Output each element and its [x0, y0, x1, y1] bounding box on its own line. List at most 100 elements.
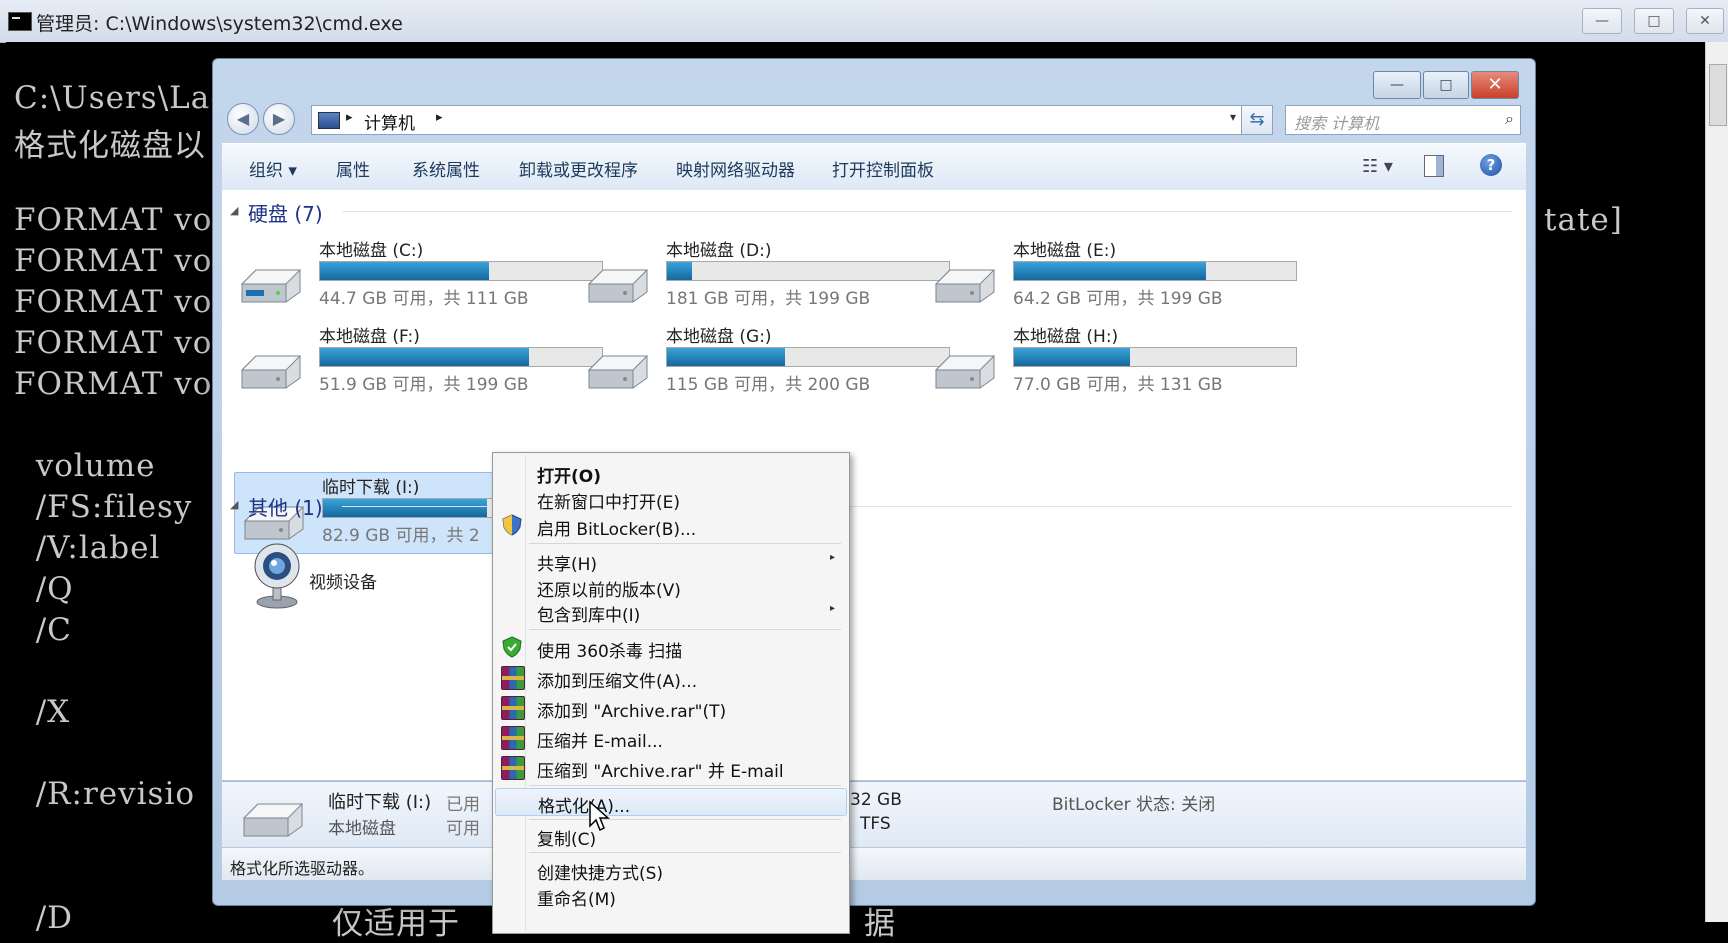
- drive-name: 本地磁盘 (F:): [319, 327, 420, 347]
- video-device-label[interactable]: 视频设备: [309, 568, 377, 593]
- menu-item-label: 启用 BitLocker(B)...: [537, 520, 697, 540]
- menu-item-label: 添加到压缩文件(A)...: [537, 672, 698, 692]
- context-menu[interactable]: 打开(O) 在新窗口中打开(E) 启用 BitLocker(B)... 共享(H…: [492, 452, 850, 934]
- breadcrumb-arrow-icon[interactable]: ▸: [436, 110, 443, 125]
- cmd-minimize-button[interactable]: —: [1582, 8, 1622, 34]
- mouse-cursor-icon: [589, 800, 610, 832]
- breadcrumb-computer[interactable]: 计算机: [364, 109, 415, 134]
- cmd-line: /Q: [14, 571, 74, 607]
- group-header-hard-disks[interactable]: 硬盘 (7): [248, 198, 323, 227]
- menu-item-open[interactable]: 打开(O): [495, 459, 845, 487]
- menu-item-include-library[interactable]: 包含到库中(I) ▸: [495, 598, 845, 626]
- menu-item-copy[interactable]: 复制(C): [495, 822, 845, 850]
- cmd-scrollbar[interactable]: [1705, 42, 1728, 922]
- cmd-close-button[interactable]: ✕: [1686, 8, 1724, 34]
- address-bar[interactable]: ▸ 计算机 ▸ ▾: [311, 105, 1243, 135]
- cmd-line: volume: [14, 448, 156, 484]
- drive-item-g[interactable]: 本地磁盘 (G:) 115 GB 可用，共 200 GB: [579, 322, 959, 400]
- drive-free-space: 44.7 GB 可用，共 111 GB: [319, 289, 529, 309]
- submenu-arrow-icon: ▸: [829, 603, 835, 614]
- explorer-minimize-button[interactable]: —: [1373, 71, 1421, 99]
- address-dropdown-icon[interactable]: ▾: [1230, 110, 1236, 124]
- cmd-maximize-button[interactable]: □: [1634, 8, 1674, 34]
- menu-item-rename[interactable]: 重命名(M): [495, 882, 845, 910]
- menu-item-label: 创建快捷方式(S): [537, 864, 664, 884]
- menu-separator: [529, 852, 841, 853]
- menu-item-share[interactable]: 共享(H) ▸: [495, 547, 845, 575]
- explorer-maximize-button[interactable]: □: [1423, 71, 1469, 99]
- help-icon[interactable]: ?: [1480, 154, 1502, 176]
- menu-separator: [529, 819, 841, 820]
- explorer-close-button[interactable]: ✕: [1471, 71, 1519, 99]
- preview-pane-icon[interactable]: [1424, 155, 1444, 177]
- drive-usage-bar: [666, 261, 950, 281]
- group-header-other[interactable]: 其他 (1): [248, 492, 323, 521]
- hard-drive-icon: [587, 269, 649, 303]
- breadcrumb-arrow-icon[interactable]: ▸: [346, 110, 353, 125]
- drive-free-space: 82.9 GB 可用，共 2: [322, 526, 480, 546]
- drive-item-c[interactable]: 本地磁盘 (C:) 44.7 GB 可用，共 111 GB: [232, 236, 612, 314]
- menu-item-add-archive[interactable]: 添加到压缩文件(A)...: [495, 664, 845, 692]
- hard-drive-icon: [240, 355, 302, 389]
- organize-menu[interactable]: 组织 ▾: [249, 156, 297, 181]
- change-view-icon[interactable]: ☷ ▾: [1362, 156, 1393, 177]
- drive-item-h[interactable]: 本地磁盘 (H:) 77.0 GB 可用，共 131 GB: [926, 322, 1306, 400]
- search-icon[interactable]: ⌕: [1505, 109, 1514, 129]
- drive-usage-fill: [1014, 348, 1130, 366]
- search-placeholder: 搜索 计算机: [1294, 114, 1380, 133]
- explorer-window[interactable]: — □ ✕ ◀ ▶ ▸ 计算机 ▸ ▾ ⇆ 搜索 计算机 ⌕ 组织 ▾ 属性 系…: [212, 58, 1536, 906]
- map-network-drive-button[interactable]: 映射网络驱动器: [676, 156, 795, 181]
- drive-usage-bar: [666, 347, 950, 367]
- menu-item-compress-rar-email[interactable]: 压缩到 "Archive.rar" 并 E-mail: [495, 754, 845, 782]
- cmd-line: /R:revisio: [14, 776, 196, 812]
- drive-usage-fill: [320, 348, 529, 366]
- hard-drive-icon: [240, 269, 302, 303]
- collapse-icon[interactable]: ◢: [230, 498, 238, 511]
- menu-item-compress-email[interactable]: 压缩并 E-mail...: [495, 724, 845, 752]
- details-pane: 临时下载 (I:) 本地磁盘 已用 可用 32 GB TFS BitLocker…: [222, 781, 1526, 848]
- drive-free-space: 77.0 GB 可用，共 131 GB: [1013, 375, 1223, 395]
- status-text: 格式化所选驱动器。: [230, 859, 375, 878]
- menu-item-label: 添加到 "Archive.rar"(T): [537, 702, 727, 722]
- details-free-label: 可用: [446, 819, 480, 839]
- cmd-line: 格式化磁盘以: [14, 128, 206, 164]
- cmd-scroll-thumb[interactable]: [1709, 64, 1727, 126]
- open-control-panel-button[interactable]: 打开控制面板: [832, 156, 934, 181]
- menu-separator: [529, 543, 841, 544]
- forward-button[interactable]: ▶: [263, 103, 295, 135]
- webcam-icon[interactable]: [250, 540, 304, 610]
- menu-item-format[interactable]: 格式化(A)...: [495, 788, 847, 817]
- cmd-line: C:\Users\Lac: [14, 80, 229, 116]
- drive-item-f[interactable]: 本地磁盘 (F:) 51.9 GB 可用，共 199 GB: [232, 322, 612, 400]
- system-properties-button[interactable]: 系统属性: [412, 156, 480, 181]
- drive-usage-fill: [1014, 262, 1206, 280]
- menu-item-add-archive-rar[interactable]: 添加到 "Archive.rar"(T): [495, 694, 845, 722]
- cmd-line: /FS:filesy: [14, 489, 193, 525]
- menu-item-open-new-window[interactable]: 在新窗口中打开(E): [495, 485, 845, 513]
- collapse-icon[interactable]: ◢: [230, 204, 238, 217]
- menu-item-bitlocker[interactable]: 启用 BitLocker(B)...: [495, 512, 845, 540]
- winrar-icon: [501, 696, 525, 720]
- drive-free-space: 115 GB 可用，共 200 GB: [666, 375, 871, 395]
- refresh-button[interactable]: ⇆: [1241, 105, 1273, 135]
- menu-item-label: 使用 360杀毒 扫描: [537, 642, 683, 662]
- hard-drive-icon: [587, 355, 649, 389]
- uninstall-program-button[interactable]: 卸载或更改程序: [519, 156, 638, 181]
- menu-item-label: 包含到库中(I): [537, 606, 641, 626]
- menu-item-create-shortcut[interactable]: 创建快捷方式(S): [495, 856, 845, 884]
- menu-item-restore-versions[interactable]: 还原以前的版本(V): [495, 573, 845, 601]
- menu-item-label: 压缩到 "Archive.rar" 并 E-mail: [537, 762, 784, 782]
- properties-button[interactable]: 属性: [336, 156, 370, 181]
- cmd-titlebar[interactable]: 管理员: C:\Windows\system32\cmd.exe — □ ✕: [0, 0, 1728, 43]
- menu-item-360-scan[interactable]: 使用 360杀毒 扫描: [495, 634, 845, 662]
- back-button[interactable]: ◀: [227, 103, 259, 135]
- drive-list[interactable]: ◢ 硬盘 (7) 本地磁盘 (C:) 44.7 GB 可用，共 111 GB 本…: [222, 190, 1526, 780]
- winrar-icon: [501, 726, 525, 750]
- cmd-line: /V:label: [14, 530, 161, 566]
- search-input[interactable]: 搜索 计算机 ⌕: [1285, 105, 1521, 135]
- group-divider: [342, 211, 1512, 212]
- drive-usage-bar: [1013, 261, 1297, 281]
- drive-item-e[interactable]: 本地磁盘 (E:) 64.2 GB 可用，共 199 GB: [926, 236, 1306, 314]
- drive-item-d[interactable]: 本地磁盘 (D:) 181 GB 可用，共 199 GB: [579, 236, 959, 314]
- menu-item-label: 压缩并 E-mail...: [537, 732, 663, 752]
